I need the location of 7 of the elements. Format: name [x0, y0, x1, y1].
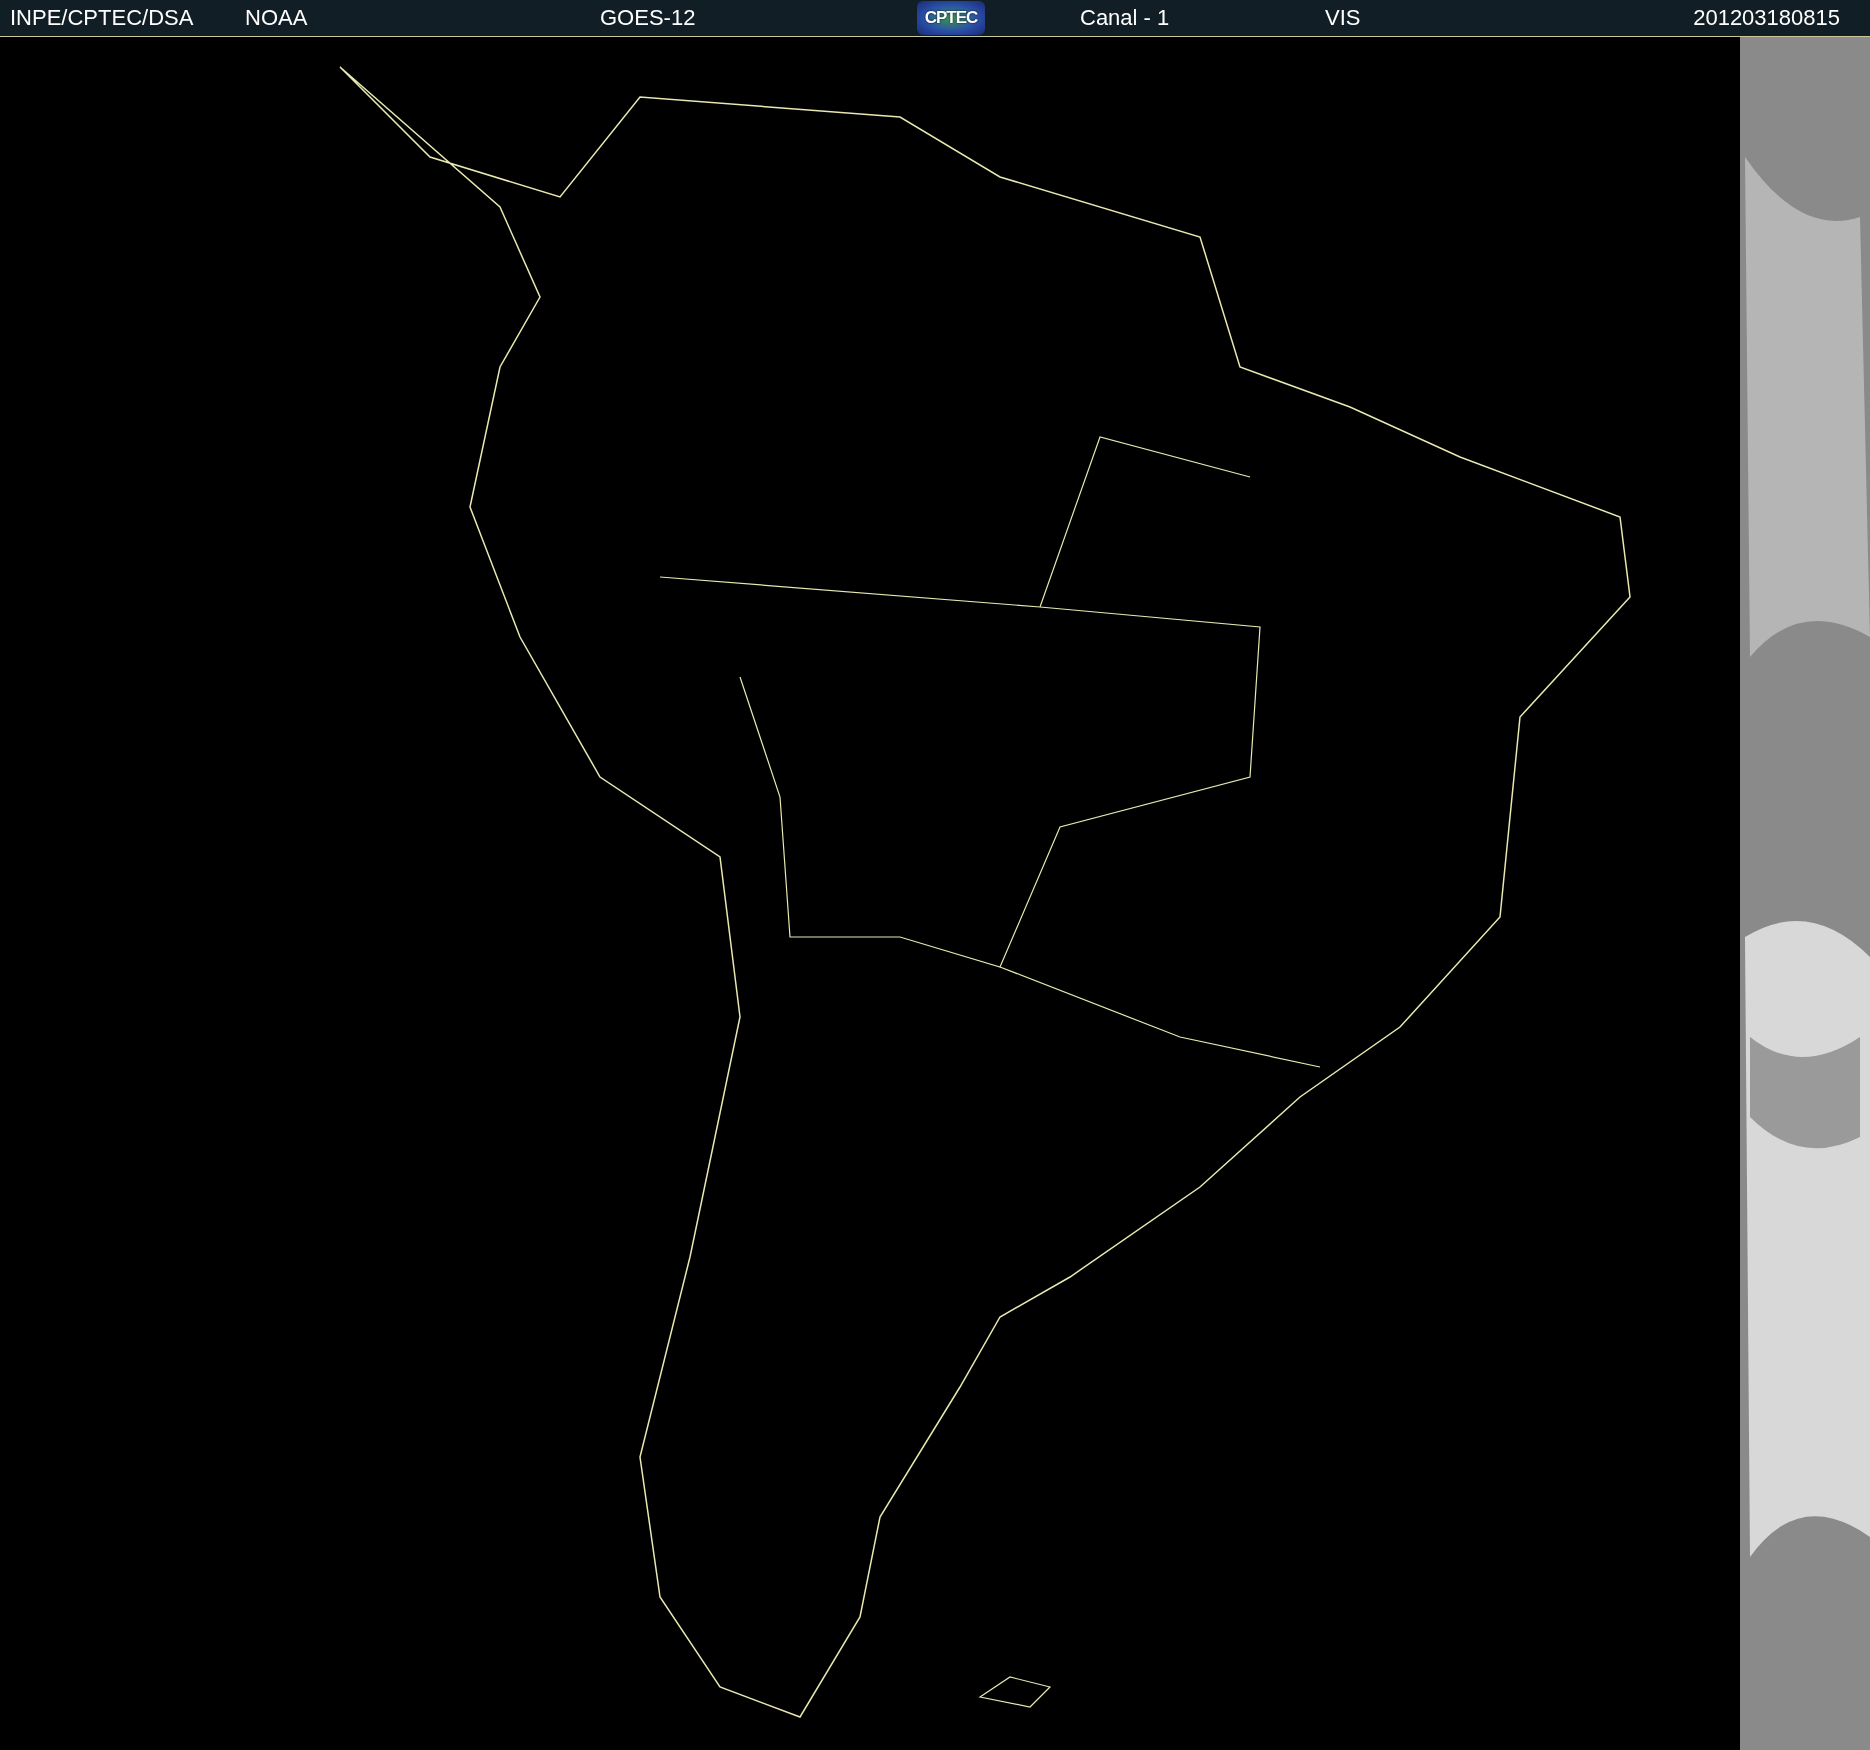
header-label: VIS	[1325, 5, 1361, 31]
header-label: NOAA	[245, 5, 308, 31]
header-label: GOES-12	[600, 5, 696, 31]
header-label: INPE/CPTEC/DSA	[10, 5, 194, 31]
header-label: Canal - 1	[1080, 5, 1170, 31]
header-label: 201203180815	[1693, 5, 1840, 31]
cptec-logo: CPTEC	[917, 1, 985, 35]
